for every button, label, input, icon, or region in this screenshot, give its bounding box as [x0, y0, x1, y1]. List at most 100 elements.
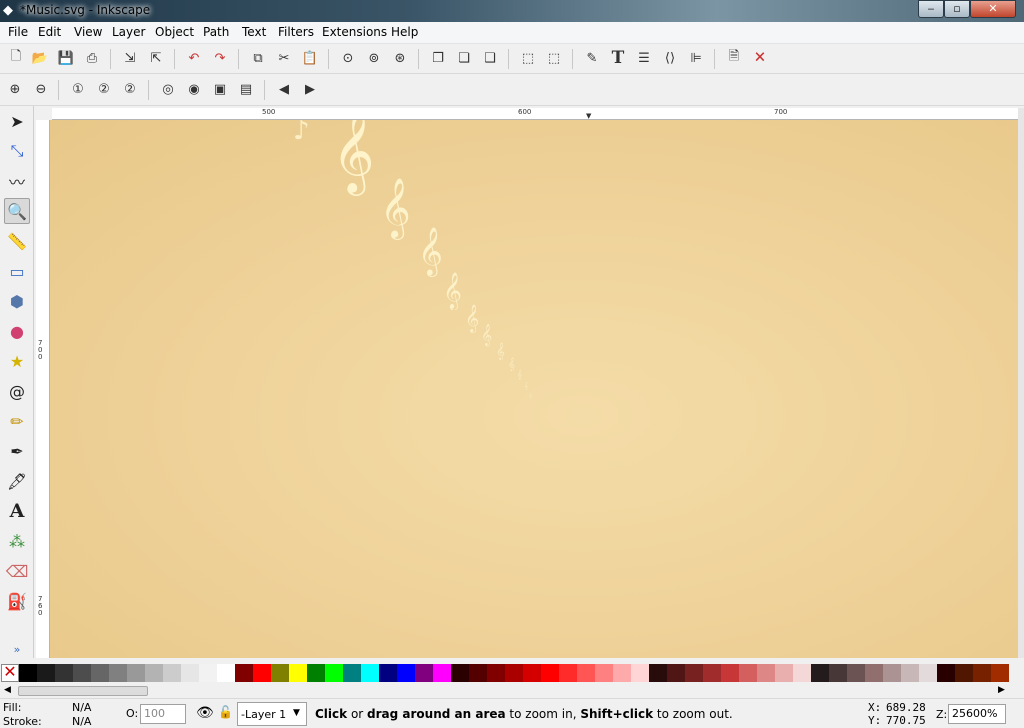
vertical-scrollbar[interactable] — [1018, 108, 1024, 658]
palette-swatch[interactable] — [613, 664, 631, 682]
palette-swatch[interactable] — [667, 664, 685, 682]
palette-swatch[interactable] — [847, 664, 865, 682]
star-tool-icon[interactable]: ★ — [4, 348, 30, 374]
palette-swatch[interactable] — [883, 664, 901, 682]
palette-swatch[interactable] — [487, 664, 505, 682]
palette-swatch[interactable] — [649, 664, 667, 682]
document-properties-icon[interactable]: 🗎 — [724, 48, 744, 68]
palette-swatch[interactable] — [865, 664, 883, 682]
menu-file[interactable]: File — [8, 25, 28, 39]
palette-swatch[interactable] — [271, 664, 289, 682]
zoom-1-2-icon[interactable]: ② — [94, 79, 114, 99]
palette-swatch[interactable] — [505, 664, 523, 682]
undo-icon[interactable]: ↶ — [184, 48, 204, 68]
palette-swatch[interactable] — [343, 664, 361, 682]
zoom-selection-icon[interactable]: ⊙ — [338, 48, 358, 68]
spray-tool-icon[interactable]: ⁂ — [4, 528, 30, 554]
palette-swatch[interactable] — [739, 664, 757, 682]
scroll-right-icon[interactable]: ▶ — [998, 685, 1005, 695]
fill-value[interactable]: N/A — [72, 701, 91, 714]
palette-swatch[interactable] — [703, 664, 721, 682]
tweak-tool-icon[interactable]: 〰 — [4, 168, 30, 194]
menu-layer[interactable]: Layer — [112, 25, 145, 39]
palette-swatch[interactable] — [595, 664, 613, 682]
duplicate-icon[interactable]: ❐ — [428, 48, 448, 68]
menu-help[interactable]: Help — [391, 25, 418, 39]
zoom-input[interactable]: 25600% — [948, 704, 1006, 724]
3d-box-tool-icon[interactable]: ⬢ — [4, 288, 30, 314]
ungroup-icon[interactable]: ⬚ — [544, 48, 564, 68]
palette-swatch[interactable] — [757, 664, 775, 682]
pen-tool-icon[interactable]: ✒ — [4, 438, 30, 464]
palette-swatch[interactable] — [163, 664, 181, 682]
measure-tool-icon[interactable]: 📏 — [4, 228, 30, 254]
minimize-button[interactable]: ‒ — [918, 0, 944, 18]
palette-swatch[interactable] — [541, 664, 559, 682]
calligraphy-tool-icon[interactable]: 🖋 — [4, 468, 30, 494]
palette-swatch[interactable] — [217, 664, 235, 682]
selector-tool-icon[interactable]: ➤ — [4, 108, 30, 134]
zoom-previous-icon[interactable]: ◀ — [274, 79, 294, 99]
close-button[interactable]: ✕ — [970, 0, 1016, 18]
new-document-icon[interactable]: 🗋 — [6, 48, 26, 68]
vertical-ruler[interactable]: 700 760 — [36, 120, 50, 658]
palette-swatch[interactable] — [253, 664, 271, 682]
palette-swatch[interactable] — [397, 664, 415, 682]
eraser-tool-icon[interactable]: ⌫ — [4, 558, 30, 584]
palette-swatch[interactable] — [307, 664, 325, 682]
palette-swatch[interactable] — [181, 664, 199, 682]
paste-icon[interactable]: 📋 — [300, 48, 320, 68]
print-icon[interactable]: ⎙ — [82, 48, 102, 68]
zoom-out-icon[interactable]: ⊖ — [31, 79, 51, 99]
menu-view[interactable]: View — [74, 25, 102, 39]
horizontal-ruler[interactable]: 500 600 700 ▼ — [52, 108, 1020, 120]
palette-swatch[interactable] — [235, 664, 253, 682]
palette-swatch[interactable] — [469, 664, 487, 682]
pencil-tool-icon[interactable]: ✏ — [4, 408, 30, 434]
zoom-1-1-icon[interactable]: ① — [68, 79, 88, 99]
zoom-2-1-icon[interactable]: ② — [120, 79, 140, 99]
palette-swatch[interactable] — [919, 664, 937, 682]
stroke-value[interactable]: N/A — [72, 715, 91, 728]
zoom-fit-selection-icon[interactable]: ◎ — [158, 79, 178, 99]
zoom-page-icon[interactable]: ⊛ — [390, 48, 410, 68]
zoom-drawing-icon[interactable]: ⊚ — [364, 48, 384, 68]
palette-swatch[interactable] — [451, 664, 469, 682]
palette-swatch[interactable] — [361, 664, 379, 682]
align-distribute-icon[interactable]: ⊫ — [686, 48, 706, 68]
no-paint-swatch[interactable]: ✕ — [1, 664, 19, 682]
palette-swatch[interactable] — [523, 664, 541, 682]
preferences-icon[interactable]: 🗙 — [750, 48, 770, 68]
import-icon[interactable]: ⇲ — [120, 48, 140, 68]
palette-swatch[interactable] — [199, 664, 217, 682]
menu-object[interactable]: Object — [155, 25, 194, 39]
zoom-in-icon[interactable]: ⊕ — [5, 79, 25, 99]
palette-swatch[interactable] — [973, 664, 991, 682]
menu-extensions[interactable]: Extensions — [322, 25, 387, 39]
zoom-next-icon[interactable]: ▶ — [300, 79, 320, 99]
lock-icon[interactable]: 🔓 — [218, 705, 233, 719]
palette-swatch[interactable] — [109, 664, 127, 682]
xml-editor-icon[interactable]: ⟨⟩ — [660, 48, 680, 68]
palette-swatch[interactable] — [829, 664, 847, 682]
cut-icon[interactable]: ✂ — [274, 48, 294, 68]
open-icon[interactable]: 📂 — [30, 48, 50, 68]
palette-swatch[interactable] — [73, 664, 91, 682]
clone-icon[interactable]: ❏ — [454, 48, 474, 68]
palette-swatch[interactable] — [577, 664, 595, 682]
horizontal-scroll-thumb[interactable] — [18, 686, 148, 696]
scroll-left-icon[interactable]: ◀ — [4, 685, 11, 695]
palette-swatch[interactable] — [631, 664, 649, 682]
spiral-tool-icon[interactable]: @ — [4, 378, 30, 404]
menu-text[interactable]: Text — [242, 25, 266, 39]
zoom-fit-page-icon[interactable]: ▣ — [210, 79, 230, 99]
save-icon[interactable]: 💾 — [56, 48, 76, 68]
menu-edit[interactable]: Edit — [38, 25, 61, 39]
palette-swatch[interactable] — [127, 664, 145, 682]
text-tool-icon[interactable]: A — [4, 498, 30, 524]
palette-swatch[interactable] — [955, 664, 973, 682]
unlink-clone-icon[interactable]: ❑ — [480, 48, 500, 68]
palette-swatch[interactable] — [19, 664, 37, 682]
palette-swatch[interactable] — [685, 664, 703, 682]
menu-path[interactable]: Path — [203, 25, 229, 39]
